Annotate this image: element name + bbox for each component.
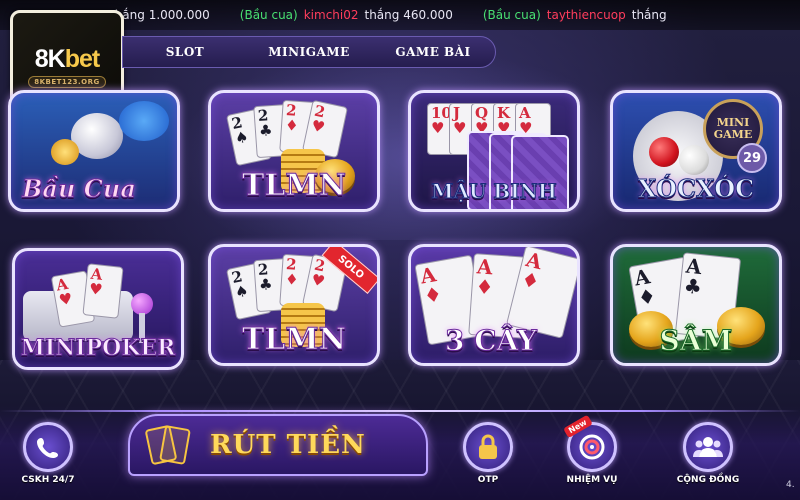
- community-button[interactable]: CỘNG ĐỒNG: [672, 422, 744, 485]
- target-icon: New: [563, 414, 617, 472]
- withdraw-button[interactable]: RÚT TIỀN: [128, 414, 428, 476]
- otp-label: OTP: [477, 475, 499, 485]
- ticker-text: thắng 1.000.000: [110, 8, 210, 22]
- game-title: TLMN: [241, 168, 347, 204]
- mission-label: NHIỆM VỤ: [566, 475, 618, 485]
- lever-knob-icon: [131, 293, 153, 315]
- game-tile-bau-cua[interactable]: Bầu Cua: [8, 90, 180, 212]
- version-text: 4.: [786, 480, 795, 490]
- logo-mark: 8Kbet: [34, 44, 100, 73]
- support-label: CSKH 24/7: [21, 475, 75, 485]
- ticker-text: (Bầu cua): [239, 8, 298, 22]
- ticker-gap: [216, 8, 234, 22]
- tab-slot[interactable]: SLOT: [123, 45, 247, 59]
- game-tile-mau-binh[interactable]: 10 ♥ J ♥ Q ♥ K ♥ A ♥ MẬU BINH: [408, 90, 580, 212]
- badge-line: GAME: [713, 128, 753, 141]
- game-title: Bầu Cua: [22, 174, 137, 204]
- community-label: CỘNG ĐỒNG: [676, 475, 740, 485]
- category-tabs: SLOT MINIGAME GAME BÀI: [122, 36, 496, 68]
- ticker-text: (Bầu cua): [482, 8, 541, 22]
- ticker-text: thắng: [631, 8, 667, 22]
- crab-icon: [119, 101, 169, 141]
- game-tile-tlmn[interactable]: 2 ♠ 2 ♣ 2 ♦ 2 ♥ TLMN: [208, 90, 380, 212]
- game-title: TLMN: [241, 322, 347, 358]
- game-tile-sam[interactable]: A ♦ A ♣ SÂM: [610, 244, 782, 366]
- people-icon: [683, 422, 733, 472]
- cards-icon: [144, 423, 191, 467]
- white-chip-icon: [679, 145, 709, 175]
- game-tile-3-cay[interactable]: A ♦ A ♦ A ♦ 3 CÂY: [408, 244, 580, 366]
- tab-minigame[interactable]: MINIGAME: [247, 45, 371, 59]
- logo-url: 8KBET123.ORG: [28, 75, 106, 88]
- game-title: 3 CÂY: [445, 324, 538, 358]
- playing-card: A ♥: [82, 263, 124, 319]
- game-title: MINIPOKER: [20, 335, 176, 362]
- otp-button[interactable]: OTP: [452, 422, 524, 485]
- player-count-badge: 29: [737, 143, 767, 173]
- bottom-bar-divider: [0, 410, 800, 412]
- mission-button[interactable]: New NHIỆM VỤ: [556, 414, 628, 485]
- game-title: XÓCXÓC: [637, 174, 755, 204]
- tab-game-bai[interactable]: GAME BÀI: [371, 45, 495, 59]
- game-tile-tlmn-solo[interactable]: 2 ♠ 2 ♣ 2 ♦ 2 ♥ SOLO TLMN: [208, 244, 380, 366]
- red-chip-icon: [649, 137, 679, 167]
- ticker-text: taythiencuop: [546, 8, 626, 22]
- ticker-gap: [459, 8, 477, 22]
- lock-icon: [463, 422, 513, 472]
- game-title: MẬU BINH: [431, 179, 558, 204]
- game-title: SÂM: [659, 324, 733, 358]
- game-tile-mini-poker[interactable]: A ♥ A ♥ MINIPOKER: [12, 248, 184, 370]
- coin-icon: [51, 139, 79, 165]
- support-button[interactable]: CSKH 24/7: [12, 422, 84, 485]
- support-icon: [23, 422, 73, 472]
- withdraw-label: RÚT TIỀN: [210, 430, 366, 460]
- game-tile-xoc-xoc[interactable]: MINI GAME 29 XÓCXÓC: [610, 90, 782, 212]
- ticker-text: kimchi02: [303, 8, 359, 22]
- ticker-text: thắng 460.000: [364, 8, 453, 22]
